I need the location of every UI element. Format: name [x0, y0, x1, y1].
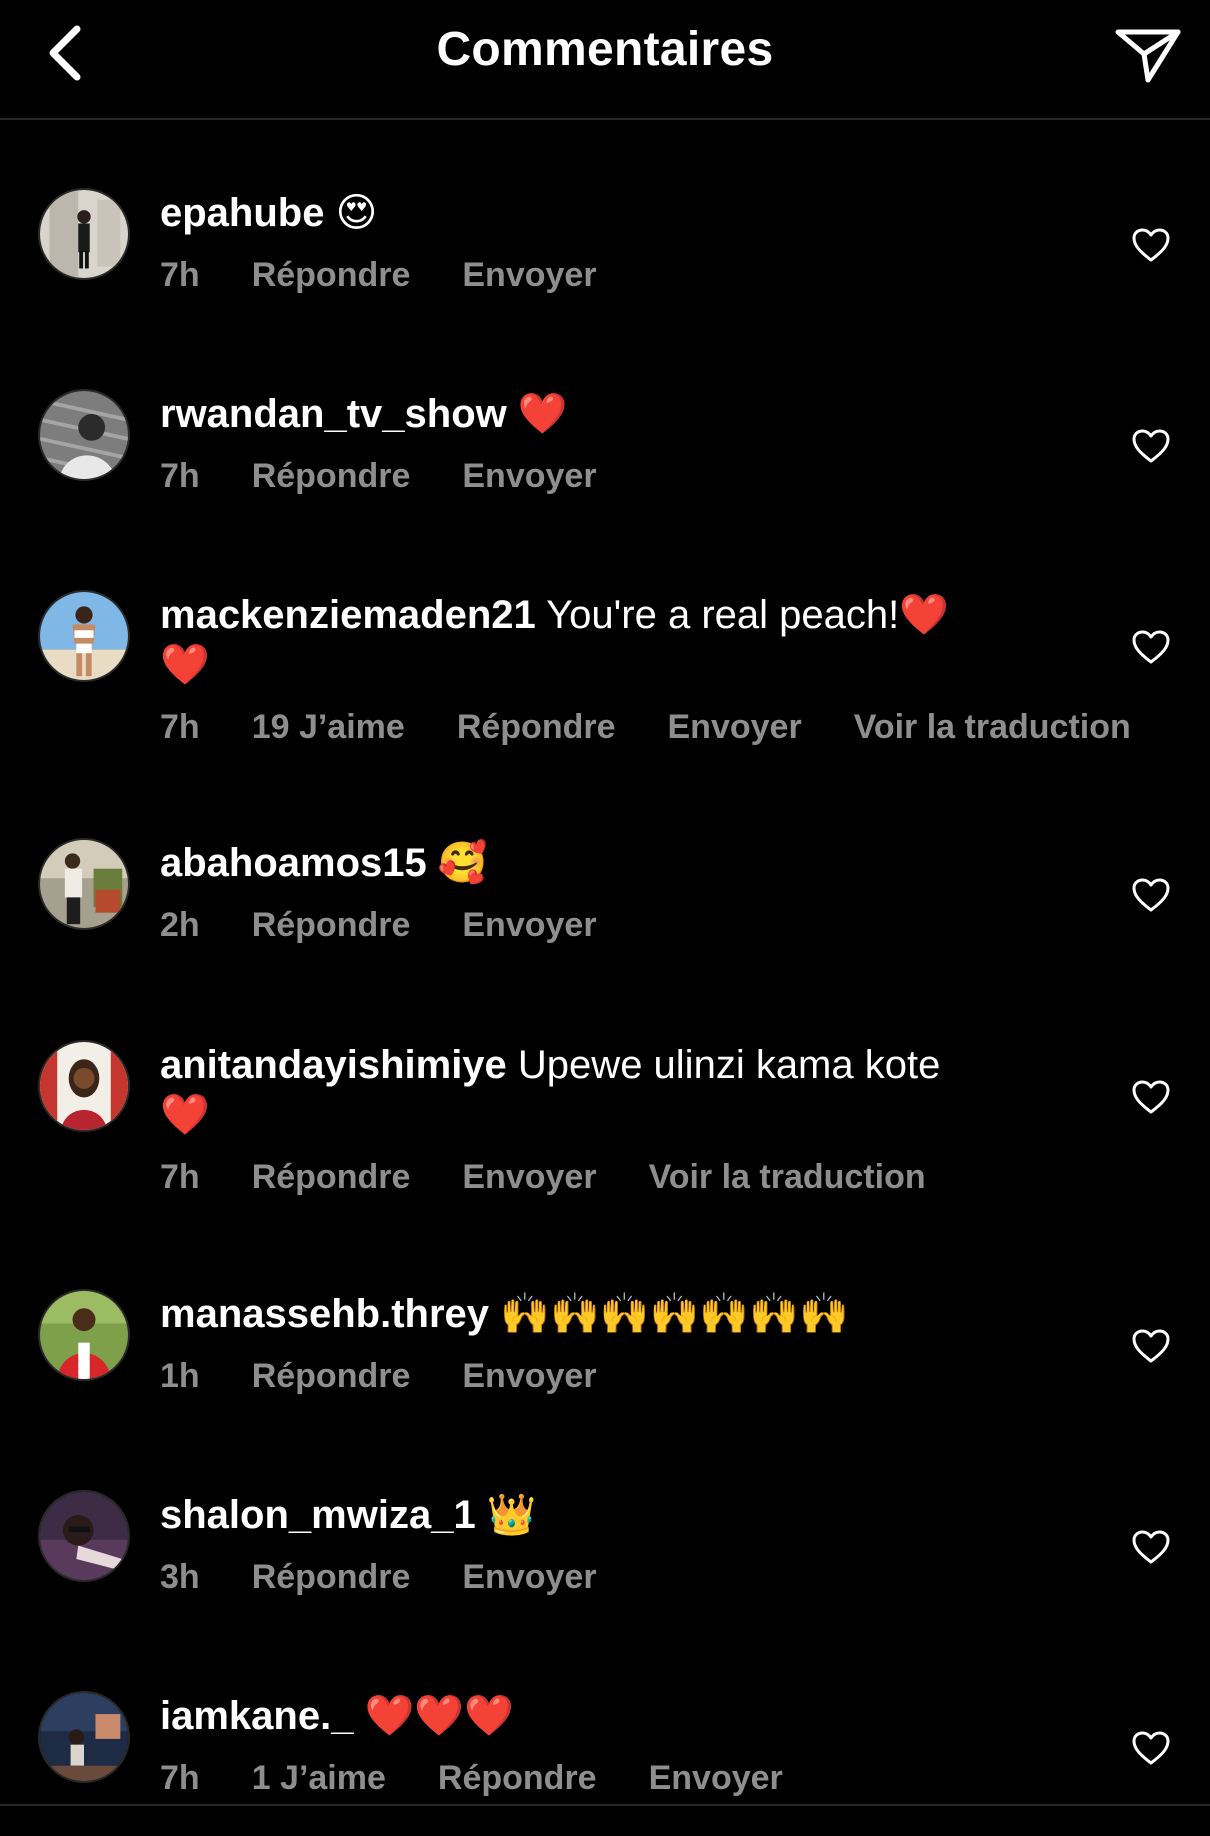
- comment-emoji: ❤️: [899, 592, 950, 638]
- comment-line: iamkane._ ❤️❤️❤️: [160, 1691, 1060, 1741]
- reply-button[interactable]: Répondre: [252, 1158, 411, 1197]
- like-button[interactable]: [1126, 1725, 1176, 1771]
- like-button[interactable]: [1126, 1323, 1176, 1369]
- comment-emoji: 👑: [486, 1492, 537, 1538]
- avatar[interactable]: [38, 188, 130, 280]
- comment-time: 7h: [160, 1759, 200, 1797]
- paper-plane-icon: [1115, 29, 1181, 83]
- comment-meta: 7h Répondre Envoyer Voir la traduction: [160, 1158, 1060, 1197]
- comment-meta: 2h Répondre Envoyer: [160, 906, 1060, 945]
- comment-emoji-line2: ❤️: [160, 642, 210, 688]
- comment-meta: 7h 1 J’aime Répondre Envoyer: [160, 1759, 1060, 1798]
- comment-line: abahoamos15 🥰: [160, 838, 1060, 888]
- comment-username[interactable]: abahoamos15: [160, 841, 427, 885]
- avatar[interactable]: [38, 1040, 130, 1132]
- comment-meta: 7h Répondre Envoyer: [160, 256, 1060, 295]
- comment-time: 7h: [160, 708, 200, 746]
- avatar[interactable]: [38, 1490, 130, 1582]
- like-button[interactable]: [1126, 624, 1176, 670]
- comment-line-2: ❤️: [160, 640, 1060, 690]
- comment-time: 2h: [160, 906, 200, 944]
- comment-emoji: 🥰: [437, 840, 488, 886]
- comment-line: mackenziemaden21 You're a real peach!❤️: [160, 590, 1060, 640]
- top-bar: Commentaires: [0, 0, 1210, 120]
- comment-username[interactable]: rwandan_tv_show: [160, 392, 507, 436]
- comment-username[interactable]: anitandayishimiye: [160, 1043, 507, 1087]
- comment-time: 7h: [160, 457, 200, 495]
- comment-emoji: 🙌🙌🙌🙌🙌🙌🙌: [500, 1291, 849, 1337]
- translate-button[interactable]: Voir la traduction: [854, 708, 1131, 747]
- send-button[interactable]: Envoyer: [462, 1558, 596, 1597]
- comment-line: rwandan_tv_show ❤️: [160, 389, 1060, 439]
- comment-line: epahube 😍: [160, 188, 1060, 238]
- comment-emoji: 😍: [335, 190, 378, 236]
- heart-outline-icon: [1132, 878, 1170, 912]
- send-button[interactable]: Envoyer: [462, 1158, 596, 1197]
- like-button[interactable]: [1126, 1524, 1176, 1570]
- avatar[interactable]: [38, 389, 130, 481]
- heart-outline-icon: [1132, 1731, 1170, 1765]
- heart-outline-icon: [1132, 630, 1170, 664]
- bottom-divider: [0, 1804, 1210, 1836]
- comment-username[interactable]: epahube: [160, 191, 324, 235]
- comment-meta: 7h Répondre Envoyer: [160, 457, 1060, 496]
- heart-outline-icon: [1132, 1080, 1170, 1114]
- like-button[interactable]: [1126, 222, 1176, 268]
- comment-time: 7h: [160, 1158, 200, 1196]
- reply-button[interactable]: Répondre: [252, 906, 411, 945]
- comment-line: anitandayishimiye Upewe ulinzi kama kote: [160, 1040, 1060, 1090]
- avatar[interactable]: [38, 590, 130, 682]
- page-title: Commentaires: [436, 23, 774, 76]
- comment-emoji-line2: ❤️: [160, 1092, 210, 1138]
- reply-button[interactable]: Répondre: [438, 1759, 597, 1798]
- comment-meta: 3h Répondre Envoyer: [160, 1558, 1060, 1597]
- comment-meta: 7h 19 J’aime Répondre Envoyer Voir la tr…: [160, 708, 1131, 747]
- translate-button[interactable]: Voir la traduction: [649, 1158, 926, 1197]
- comment-username[interactable]: manassehb.threy: [160, 1292, 489, 1336]
- comment-text: You're a real peach!: [546, 593, 900, 637]
- send-button[interactable]: Envoyer: [462, 457, 596, 496]
- like-button[interactable]: [1126, 423, 1176, 469]
- send-button[interactable]: Envoyer: [462, 1357, 596, 1396]
- like-button[interactable]: [1126, 1074, 1176, 1120]
- heart-outline-icon: [1132, 228, 1170, 262]
- comment-time: 1h: [160, 1357, 200, 1395]
- reply-button[interactable]: Répondre: [457, 708, 616, 747]
- send-button[interactable]: Envoyer: [462, 906, 596, 945]
- comment-emoji: ❤️: [517, 391, 568, 437]
- reply-button[interactable]: Répondre: [252, 256, 411, 295]
- heart-outline-icon: [1132, 1329, 1170, 1363]
- comment-line: shalon_mwiza_1 👑: [160, 1490, 1060, 1540]
- send-button[interactable]: Envoyer: [668, 708, 802, 747]
- comment-emoji: ❤️❤️❤️: [364, 1693, 515, 1739]
- comment-line: manassehb.threy 🙌🙌🙌🙌🙌🙌🙌: [160, 1289, 1060, 1339]
- avatar[interactable]: [38, 838, 130, 930]
- comment-line-2: ❤️: [160, 1090, 1060, 1140]
- reply-button[interactable]: Répondre: [252, 1357, 411, 1396]
- avatar[interactable]: [38, 1691, 130, 1783]
- comment-username[interactable]: shalon_mwiza_1: [160, 1493, 476, 1537]
- reply-button[interactable]: Répondre: [252, 1558, 411, 1597]
- like-button[interactable]: [1126, 872, 1176, 918]
- likes-count[interactable]: 19 J’aime: [252, 708, 405, 747]
- comment-time: 3h: [160, 1558, 200, 1596]
- reply-button[interactable]: Répondre: [252, 457, 411, 496]
- comment-text: Upewe ulinzi kama kote: [517, 1043, 941, 1087]
- heart-outline-icon: [1132, 1530, 1170, 1564]
- comment-username[interactable]: iamkane._: [160, 1694, 353, 1738]
- avatar[interactable]: [38, 1289, 130, 1381]
- share-button[interactable]: [1110, 20, 1186, 90]
- comment-username[interactable]: mackenziemaden21: [160, 593, 536, 637]
- likes-count[interactable]: 1 J’aime: [252, 1759, 386, 1798]
- comment-meta: 1h Répondre Envoyer: [160, 1357, 1060, 1396]
- comment-time: 7h: [160, 256, 200, 294]
- heart-outline-icon: [1132, 429, 1170, 463]
- send-button[interactable]: Envoyer: [649, 1759, 783, 1798]
- send-button[interactable]: Envoyer: [462, 256, 596, 295]
